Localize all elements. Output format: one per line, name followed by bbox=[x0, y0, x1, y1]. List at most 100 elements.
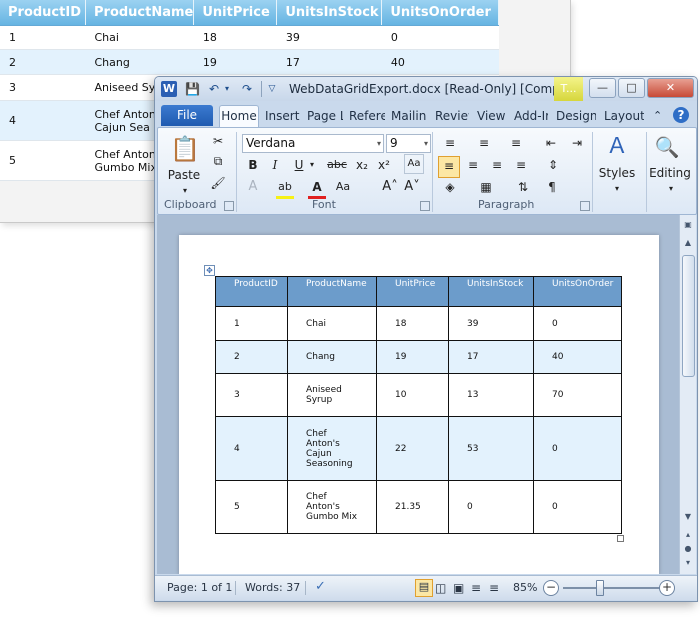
scroll-down-icon[interactable]: ▼ bbox=[682, 511, 694, 523]
full-screen-reading-icon[interactable]: ◫ bbox=[435, 581, 446, 595]
decrease-indent-icon[interactable]: ⇤ bbox=[542, 134, 560, 152]
bullets-icon[interactable]: ≡ bbox=[440, 134, 460, 152]
undo-dropdown-icon[interactable]: ▾ bbox=[223, 81, 231, 97]
grid-header-productid[interactable]: ProductID bbox=[0, 0, 86, 26]
print-layout-icon[interactable]: ▤ bbox=[415, 579, 433, 597]
minimize-ribbon-icon[interactable]: ⌃ bbox=[653, 106, 665, 126]
font-name-dropdown-icon[interactable]: ▾ bbox=[377, 135, 381, 152]
line-spacing-icon[interactable]: ⇕ bbox=[542, 156, 564, 174]
scroll-thumb[interactable] bbox=[682, 255, 695, 377]
tab-view[interactable]: View bbox=[477, 106, 507, 126]
underline-dropdown-icon[interactable]: ▾ bbox=[308, 156, 316, 174]
next-page-icon[interactable]: ▾ bbox=[682, 557, 694, 569]
increase-indent-icon[interactable]: ⇥ bbox=[568, 134, 586, 152]
sort-icon[interactable]: ⇅ bbox=[514, 178, 532, 196]
bold-button[interactable]: B bbox=[246, 156, 260, 174]
font-color-icon[interactable]: A bbox=[308, 178, 326, 199]
shrink-font-size-icon[interactable]: A˅ bbox=[404, 178, 420, 196]
multilevel-list-icon[interactable]: ≡ bbox=[506, 134, 526, 152]
tab-home[interactable]: Home bbox=[219, 105, 259, 128]
clipboard-launcher-icon[interactable] bbox=[224, 201, 234, 211]
zoom-slider-knob[interactable] bbox=[596, 580, 604, 596]
highlight-icon[interactable]: ab bbox=[276, 178, 294, 199]
numbering-icon[interactable]: ≡ bbox=[474, 134, 494, 152]
contextual-tools-tab[interactable]: T... bbox=[554, 77, 583, 101]
cut-icon[interactable]: ✂ bbox=[210, 132, 226, 150]
tab-file[interactable]: File bbox=[161, 105, 213, 126]
table-move-handle-icon[interactable]: ✥ bbox=[204, 265, 215, 276]
document-table[interactable]: ProductID ProductName UnitPrice UnitsInS… bbox=[215, 276, 622, 534]
select-browse-object-icon[interactable]: ● bbox=[682, 543, 694, 555]
tab-mailings[interactable]: Mailin bbox=[391, 106, 427, 126]
grid-header-unitsinstock[interactable]: UnitsInStock bbox=[276, 0, 383, 26]
paragraph-launcher-icon[interactable] bbox=[580, 201, 590, 211]
font-size-combo[interactable]: 9 ▾ bbox=[386, 134, 431, 153]
minimize-button[interactable]: — bbox=[589, 78, 616, 98]
grid-header-unitprice[interactable]: UnitPrice bbox=[193, 0, 278, 26]
format-painter-icon[interactable]: 🖌 bbox=[210, 174, 226, 192]
zoom-level[interactable]: 85% bbox=[513, 581, 537, 594]
strikethrough-button[interactable]: abc bbox=[326, 156, 348, 174]
ruler-toggle-icon[interactable]: ▣ bbox=[682, 219, 694, 231]
justify-icon[interactable]: ≡ bbox=[512, 156, 530, 174]
grid-row[interactable]: 1 Chai 18 39 0 bbox=[0, 25, 499, 50]
web-layout-icon[interactable]: ▣ bbox=[453, 581, 464, 595]
save-icon[interactable]: 💾 bbox=[185, 81, 200, 97]
undo-icon[interactable]: ↶ bbox=[207, 81, 221, 97]
zoom-in-button[interactable]: + bbox=[659, 580, 675, 596]
font-size-dropdown-icon[interactable]: ▾ bbox=[424, 135, 428, 152]
tab-add-ins[interactable]: Add-Ir bbox=[514, 106, 548, 126]
doc-cell-stock: 0 bbox=[448, 480, 534, 534]
shading-icon[interactable]: ◈ bbox=[440, 178, 460, 196]
document-page[interactable]: ✥ ProductID ProductName UnitPrice UnitsI… bbox=[179, 235, 659, 574]
italic-button[interactable]: I bbox=[268, 156, 282, 174]
close-button[interactable]: ✕ bbox=[647, 78, 694, 98]
tab-references[interactable]: Refere bbox=[349, 106, 385, 126]
font-name-combo[interactable]: Verdana ▾ bbox=[242, 134, 384, 153]
styles-dropdown-icon[interactable]: ▾ bbox=[612, 180, 622, 198]
tab-layout[interactable]: Layout bbox=[604, 106, 644, 126]
grid-header-productname[interactable]: ProductName bbox=[85, 0, 195, 26]
maximize-button[interactable]: □ bbox=[618, 78, 645, 98]
table-resize-handle[interactable] bbox=[617, 535, 624, 542]
tab-design[interactable]: Design bbox=[556, 106, 596, 126]
help-icon[interactable]: ? bbox=[673, 107, 689, 123]
zoom-slider-track[interactable] bbox=[563, 587, 661, 589]
paste-icon[interactable]: 📋 bbox=[170, 132, 200, 166]
align-center-icon[interactable]: ≡ bbox=[464, 156, 482, 174]
scroll-up-icon[interactable]: ▲ bbox=[682, 237, 694, 249]
grid-row[interactable]: 2 Chang 19 17 40 bbox=[0, 49, 499, 75]
grow-font-icon[interactable]: A˄ bbox=[382, 178, 398, 196]
copy-icon[interactable]: ⧉ bbox=[210, 152, 226, 170]
outline-icon[interactable]: ≡ bbox=[471, 581, 481, 595]
zoom-out-button[interactable]: − bbox=[543, 580, 559, 596]
draft-icon[interactable]: ≡ bbox=[489, 581, 499, 595]
subscript-button[interactable]: x₂ bbox=[354, 156, 370, 174]
word-count[interactable]: Words: 37 bbox=[245, 581, 300, 594]
styles-icon[interactable]: Ａ bbox=[604, 132, 630, 162]
word-logo-icon[interactable]: W bbox=[161, 81, 177, 97]
page-count[interactable]: Page: 1 of 1 bbox=[167, 581, 232, 594]
grid-header-unitsonorder[interactable]: UnitsOnOrder bbox=[381, 0, 500, 26]
word-window: W 💾 ↶ ▾ ↷ ▽ WebDataGridExport.docx [Read… bbox=[154, 76, 698, 602]
redo-icon[interactable]: ↷ bbox=[240, 81, 254, 97]
shrink-font-icon[interactable]: Aa bbox=[334, 178, 352, 196]
align-left-icon[interactable]: ≡ bbox=[438, 156, 460, 178]
text-effects-icon[interactable]: A bbox=[244, 178, 262, 196]
vertical-scrollbar[interactable]: ▣ ▲ ▼ ▴ ● ▾ bbox=[679, 215, 696, 574]
show-formatting-icon[interactable]: ¶ bbox=[544, 178, 560, 196]
tab-review[interactable]: Review bbox=[435, 106, 469, 126]
tab-insert[interactable]: Insert bbox=[265, 106, 303, 126]
align-right-icon[interactable]: ≡ bbox=[488, 156, 506, 174]
proofing-icon[interactable]: ✓ bbox=[315, 579, 326, 594]
borders-icon[interactable]: ▦ bbox=[476, 178, 496, 196]
font-launcher-icon[interactable] bbox=[420, 201, 430, 211]
customize-toolbar-icon[interactable]: ▽ bbox=[267, 81, 277, 97]
tab-page-layout[interactable]: Page L bbox=[307, 106, 343, 126]
superscript-button[interactable]: x² bbox=[376, 156, 392, 174]
editing-dropdown-icon[interactable]: ▾ bbox=[666, 180, 676, 198]
underline-button[interactable]: U bbox=[292, 156, 306, 174]
previous-page-icon[interactable]: ▴ bbox=[682, 529, 694, 541]
change-case-icon[interactable]: Aa bbox=[404, 154, 424, 174]
find-icon[interactable]: 🔍 bbox=[654, 132, 680, 162]
